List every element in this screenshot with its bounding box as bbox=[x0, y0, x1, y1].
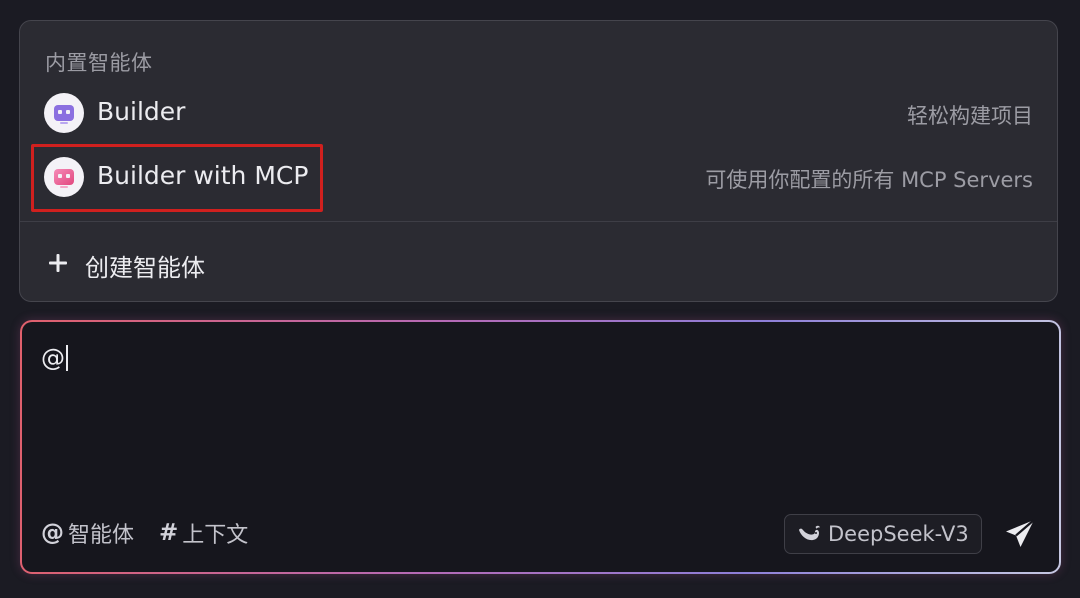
agent-description: 可使用你配置的所有 MCP Servers bbox=[705, 168, 1033, 192]
send-icon bbox=[1006, 519, 1035, 547]
chat-input-inner: @ @ 智能体 # 上下文 DeepSeek-V3 bbox=[22, 322, 1059, 572]
model-selector[interactable]: DeepSeek-V3 bbox=[784, 514, 982, 554]
text-caret bbox=[66, 345, 68, 371]
mention-agent-label: 智能体 bbox=[68, 523, 135, 548]
section-title-builtin-agents: 内置智能体 bbox=[45, 51, 153, 75]
agent-dropdown: 内置智能体 Builder 轻松构建项目 Builder with MCP 可使… bbox=[19, 20, 1058, 302]
plus-icon bbox=[49, 254, 67, 272]
highlight-annotation-box bbox=[31, 144, 323, 212]
chat-input-value: @ bbox=[41, 344, 68, 372]
at-icon: @ bbox=[41, 520, 64, 546]
deepseek-whale-icon bbox=[799, 525, 820, 541]
hash-icon: # bbox=[159, 520, 179, 546]
mention-agent-button[interactable]: @ 智能体 bbox=[41, 517, 134, 549]
add-context-label: 上下文 bbox=[182, 523, 249, 548]
chat-input-box: @ @ 智能体 # 上下文 DeepSeek-V3 bbox=[20, 320, 1061, 574]
model-name: DeepSeek-V3 bbox=[828, 522, 969, 546]
robot-icon bbox=[44, 93, 84, 133]
divider bbox=[20, 221, 1057, 222]
add-context-button[interactable]: # 上下文 bbox=[159, 517, 248, 549]
agent-name: Builder bbox=[97, 97, 186, 126]
agent-description: 轻松构建项目 bbox=[907, 104, 1033, 128]
create-agent-button[interactable]: 创建智能体 bbox=[20, 236, 1057, 292]
agent-item-builder[interactable]: Builder 轻松构建项目 bbox=[20, 83, 1057, 143]
app-root: 内置智能体 Builder 轻松构建项目 Builder with MCP 可使… bbox=[0, 0, 1080, 598]
chat-input-field[interactable]: @ bbox=[22, 322, 1059, 512]
create-agent-label: 创建智能体 bbox=[85, 254, 205, 282]
send-button[interactable] bbox=[1000, 514, 1040, 554]
input-text: @ bbox=[41, 344, 65, 372]
